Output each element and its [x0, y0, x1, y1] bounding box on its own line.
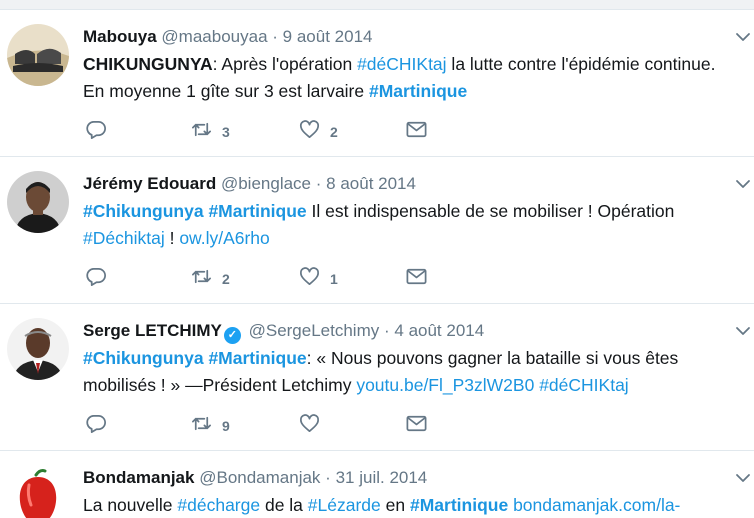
- retweet-button[interactable]: 9: [190, 414, 230, 438]
- author-handle[interactable]: @Bondamanjak: [199, 468, 320, 487]
- retweet-icon: [190, 265, 213, 293]
- hashtag-link[interactable]: #Martinique: [208, 201, 306, 221]
- text-segment: en: [380, 495, 410, 515]
- hashtag-link[interactable]: #déCHIKtaj: [539, 375, 629, 395]
- text-segment: : Après l'opération: [212, 54, 358, 74]
- reply-icon: [85, 265, 108, 293]
- tweet-text: CHIKUNGUNYA: Après l'opération #déCHIKta…: [83, 51, 733, 105]
- chevron-down-icon[interactable]: [734, 322, 752, 340]
- direct-message-button[interactable]: [405, 267, 428, 291]
- heart-icon: [298, 412, 321, 440]
- hashtag-link[interactable]: #Martinique: [208, 348, 306, 368]
- avatar[interactable]: [7, 465, 69, 518]
- url-link[interactable]: youtu.be/Fl_P3zlW2B0: [356, 375, 534, 395]
- tweet-actions: 2 1: [85, 267, 485, 291]
- author-handle[interactable]: @maabouyaa: [161, 27, 267, 46]
- author-handle[interactable]: @SergeLetchimy: [249, 321, 380, 340]
- hashtag-link[interactable]: #décharge: [177, 495, 260, 515]
- tweet-date[interactable]: 4 août 2014: [394, 321, 484, 340]
- separator: ·: [325, 468, 331, 487]
- tweet-card[interactable]: Serge LETCHIMY ✓ @SergeLetchimy · 4 août …: [0, 304, 754, 451]
- avatar[interactable]: [7, 24, 69, 86]
- direct-message-button[interactable]: [405, 414, 428, 438]
- heart-icon: [298, 265, 321, 293]
- chevron-down-icon[interactable]: [734, 28, 752, 46]
- text-segment: de la: [260, 495, 308, 515]
- text-segment: Il est indispensable de se mobiliser ! O…: [306, 201, 675, 221]
- reply-button[interactable]: [85, 267, 117, 291]
- separator: ·: [272, 27, 278, 46]
- direct-message-button[interactable]: [405, 120, 428, 144]
- author-name[interactable]: Jérémy Edouard: [83, 174, 216, 193]
- avatar[interactable]: [7, 318, 69, 380]
- url-link[interactable]: bondamanjak.com/la-: [513, 495, 680, 515]
- retweet-button[interactable]: 2: [190, 267, 230, 291]
- like-count: 2: [330, 124, 338, 140]
- hashtag-link[interactable]: #Martinique: [369, 81, 467, 101]
- tweet-text: La nouvelle #décharge de la #Lézarde en …: [83, 492, 733, 518]
- tweet-actions: 3 2: [85, 120, 485, 144]
- hashtag-link[interactable]: #Lézarde: [308, 495, 381, 515]
- separator: ·: [383, 321, 390, 340]
- tweet-text: #Chikungunya #Martinique Il est indispen…: [83, 198, 733, 252]
- text-segment: !: [164, 228, 180, 248]
- hashtag-link[interactable]: #déCHIKtaj: [357, 54, 447, 74]
- hashtag-link[interactable]: #Chikungunya: [83, 348, 204, 368]
- retweet-count: 2: [222, 271, 230, 287]
- tweet-card[interactable]: Bondamanjak @Bondamanjak · 31 juil. 2014…: [0, 451, 754, 518]
- url-link[interactable]: ow.ly/A6rho: [179, 228, 269, 248]
- tweet-text: #Chikungunya #Martinique: « Nous pouvons…: [83, 345, 733, 399]
- tweet-header: Mabouya @maabouyaa · 9 août 2014: [83, 26, 372, 48]
- verified-badge-icon: ✓: [223, 327, 241, 344]
- chevron-down-icon[interactable]: [734, 469, 752, 487]
- retweet-count: 9: [222, 418, 230, 434]
- tweet-date[interactable]: 8 août 2014: [326, 174, 416, 193]
- separator: ·: [315, 174, 322, 193]
- like-button[interactable]: 2: [298, 120, 338, 144]
- reply-button[interactable]: [85, 120, 117, 144]
- like-button[interactable]: [298, 414, 330, 438]
- text-segment: CHIKUNGUNYA: [83, 54, 213, 74]
- like-button[interactable]: 1: [298, 267, 338, 291]
- chevron-down-icon[interactable]: [734, 175, 752, 193]
- retweet-icon: [190, 118, 213, 146]
- envelope-icon: [405, 412, 428, 440]
- retweet-count: 3: [222, 124, 230, 140]
- envelope-icon: [405, 118, 428, 146]
- hashtag-link[interactable]: #Martinique: [410, 495, 508, 515]
- like-count: 1: [330, 271, 338, 287]
- heart-icon: [298, 118, 321, 146]
- tweet-card[interactable]: Mabouya @maabouyaa · 9 août 2014 CHIKUNG…: [0, 10, 754, 157]
- tweet-date[interactable]: 31 juil. 2014: [336, 468, 428, 487]
- author-name[interactable]: Bondamanjak: [83, 468, 194, 487]
- tweet-header: Jérémy Edouard @bienglace · 8 août 2014: [83, 173, 416, 195]
- tweet-header: Bondamanjak @Bondamanjak · 31 juil. 2014: [83, 467, 427, 489]
- envelope-icon: [405, 265, 428, 293]
- tweet-card[interactable]: Jérémy Edouard @bienglace · 8 août 2014 …: [0, 157, 754, 304]
- author-name[interactable]: Serge LETCHIMY: [83, 321, 222, 340]
- hashtag-link[interactable]: #Chikungunya: [83, 201, 204, 221]
- text-segment: La nouvelle: [83, 495, 178, 515]
- author-name[interactable]: Mabouya: [83, 27, 157, 46]
- tweet-date[interactable]: 9 août 2014: [283, 27, 373, 46]
- retweet-button[interactable]: 3: [190, 120, 230, 144]
- retweet-icon: [190, 412, 213, 440]
- reply-icon: [85, 412, 108, 440]
- reply-button[interactable]: [85, 414, 117, 438]
- tweet-actions: 9: [85, 414, 485, 438]
- hashtag-link[interactable]: #Déchiktaj: [83, 228, 165, 248]
- tweet-header: Serge LETCHIMY ✓ @SergeLetchimy · 4 août …: [83, 320, 484, 344]
- avatar[interactable]: [7, 171, 69, 233]
- reply-icon: [85, 118, 108, 146]
- author-handle[interactable]: @bienglace: [221, 174, 311, 193]
- timeline-top-edge: [0, 0, 754, 10]
